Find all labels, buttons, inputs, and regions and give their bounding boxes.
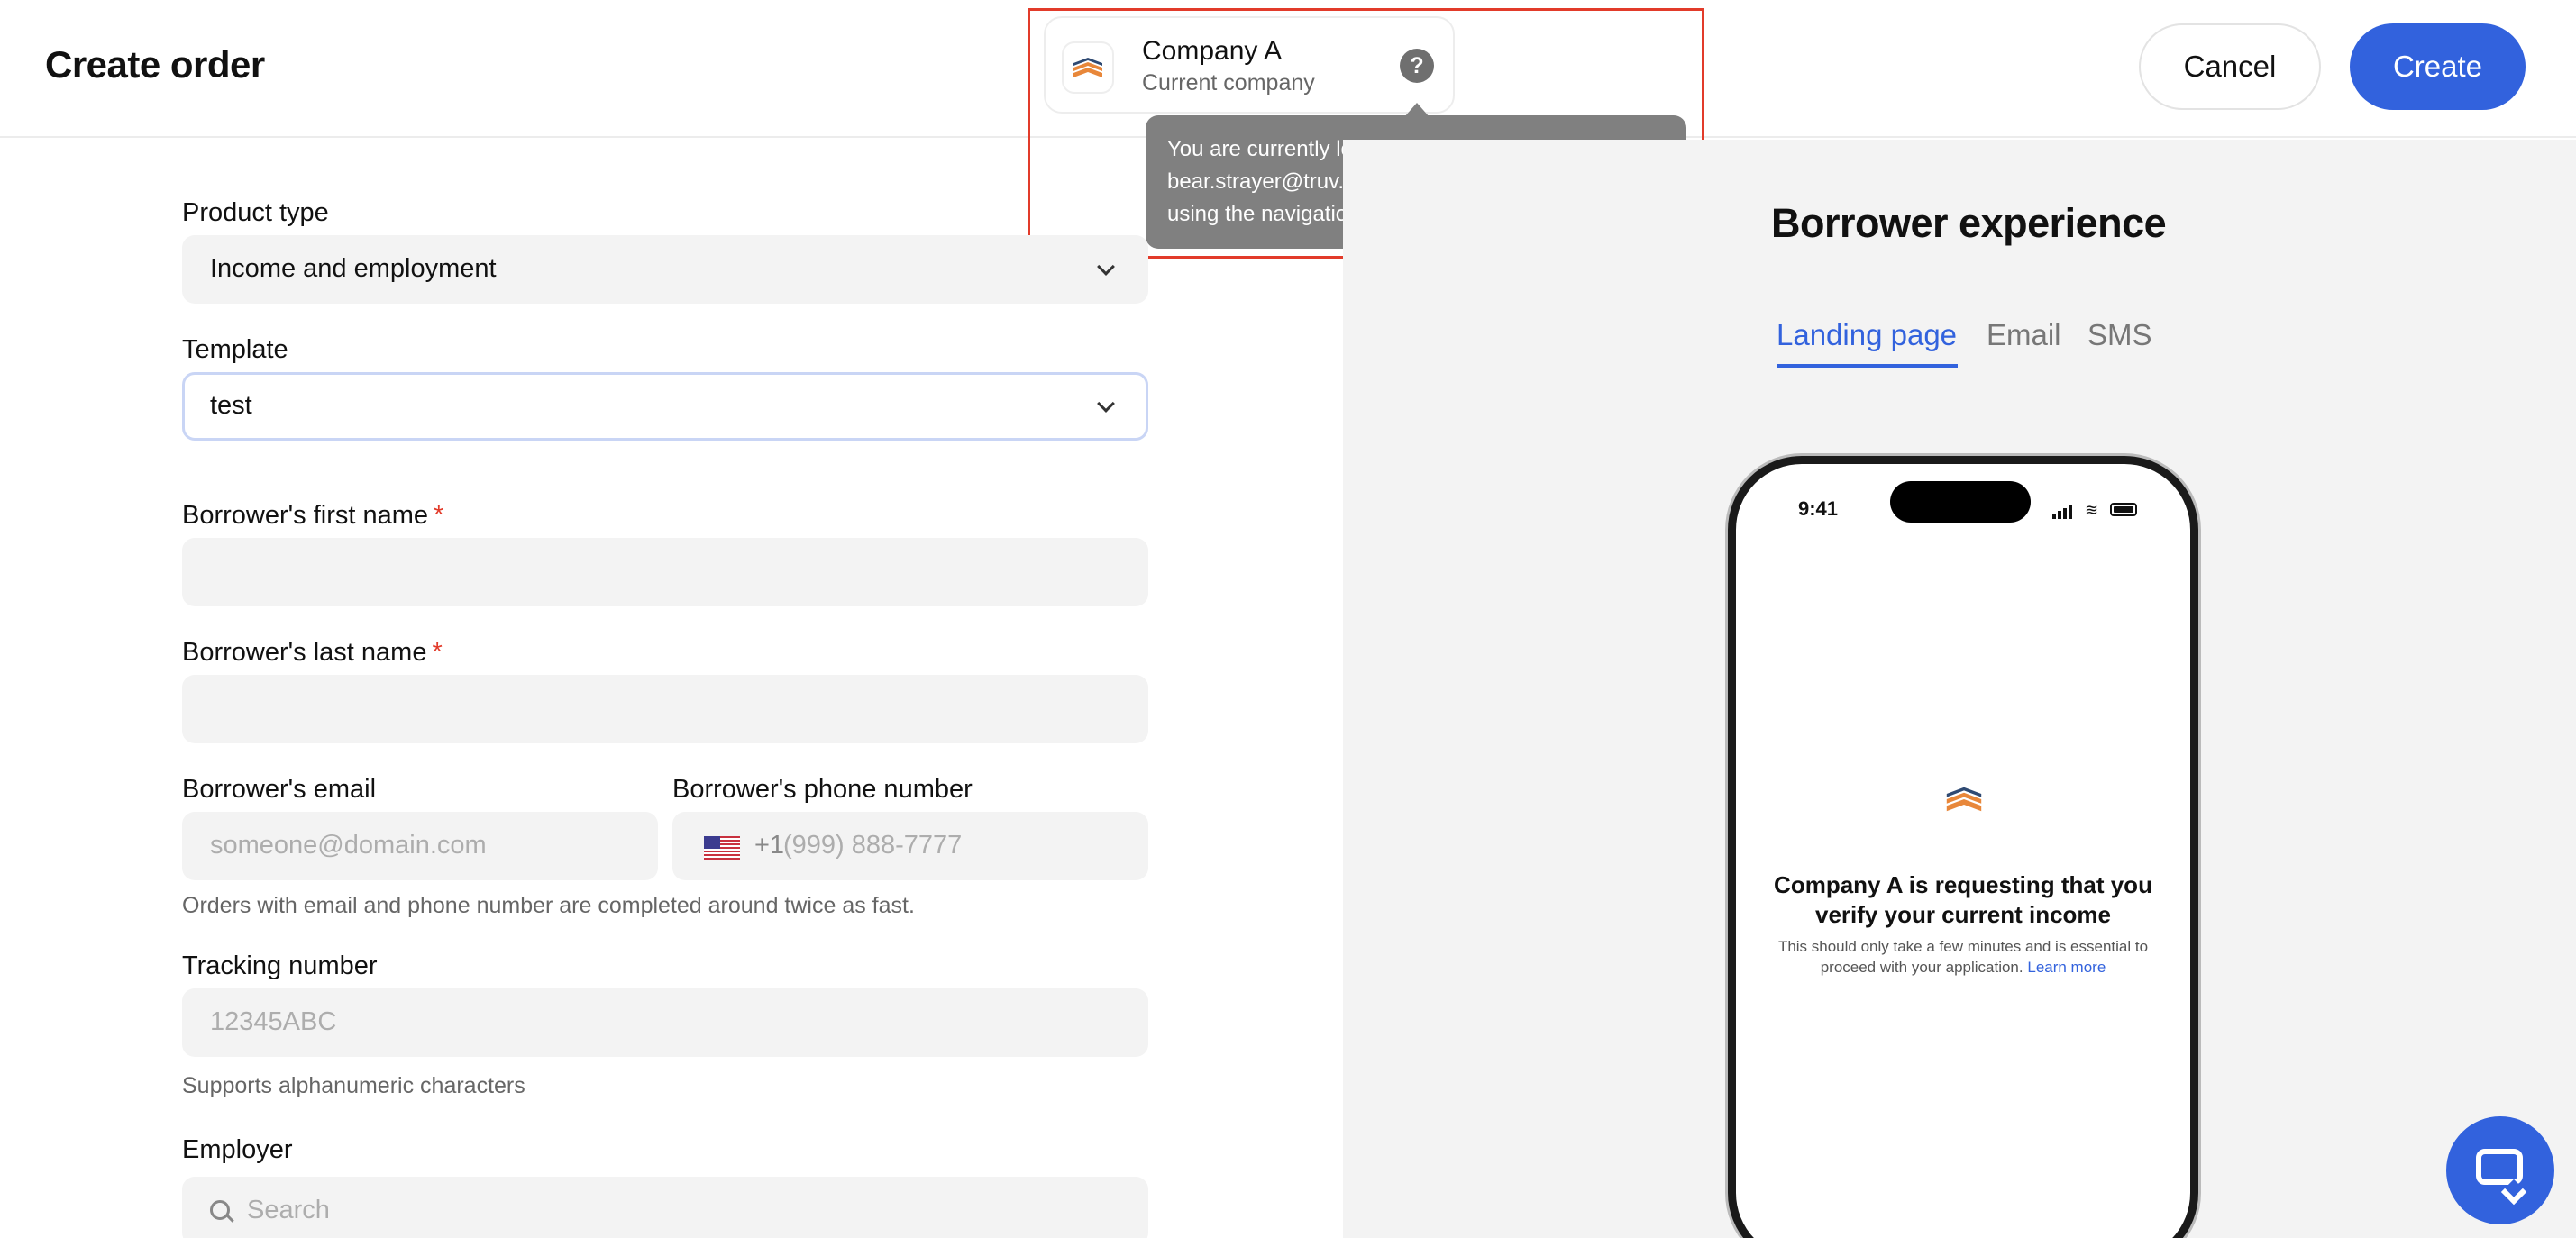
phone-body-text: This should only take a few minutes and … [1767,936,2160,978]
last-name-label-text: Borrower's last name [182,638,427,667]
product-type-value: Income and employment [210,254,497,283]
phone-placeholder: (999) 888-7777 [783,831,963,860]
first-name-label: Borrower's first name * [182,501,443,531]
employer-label: Employer [182,1135,293,1164]
company-name: Company A [1142,36,1283,66]
product-type-select[interactable]: Income and employment [182,235,1148,304]
email-field[interactable]: someone@domain.com [182,812,658,880]
product-type-label: Product type [182,198,329,227]
tracking-helper-text: Supports alphanumeric characters [182,1073,525,1098]
last-name-label: Borrower's last name * [182,638,443,668]
template-select[interactable]: test [182,372,1148,441]
tracking-number-field[interactable]: 12345ABC [182,988,1148,1057]
company-subtitle: Current company [1142,70,1315,96]
status-bar-icons: ≋ [2052,501,2142,519]
wifi-icon: ≋ [2085,501,2099,519]
employer-search-field[interactable]: Search [182,1177,1148,1238]
company-logo-icon [1062,41,1114,94]
active-tab-indicator [1777,364,1958,368]
email-placeholder: someone@domain.com [210,831,487,860]
signal-icon [2052,514,2056,519]
search-icon [210,1200,230,1220]
phone-field[interactable]: +1 (999) 888-7777 [672,812,1148,880]
preview-title: Borrower experience [1771,200,2167,246]
tab-email[interactable]: Email [1987,318,2061,352]
phone-time: 9:41 [1798,497,1839,520]
first-name-label-text: Borrower's first name [182,501,429,530]
contact-helper-text: Orders with email and phone number are c… [182,893,915,918]
first-name-field[interactable] [182,538,1148,606]
chat-icon [2476,1149,2523,1185]
learn-more-link[interactable]: Learn more [2027,959,2106,976]
last-name-field[interactable] [182,675,1148,743]
chat-button[interactable] [2446,1116,2554,1224]
required-mark: * [432,638,443,667]
company-switcher[interactable]: Company A Current company ? [1044,16,1455,114]
cancel-button[interactable]: Cancel [2139,23,2321,110]
page-title: Create order [45,43,265,86]
company-logo-icon [1941,783,1987,820]
tab-landing-page[interactable]: Landing page [1777,318,1957,352]
tab-sms[interactable]: SMS [2087,318,2152,352]
us-flag-icon[interactable] [704,836,740,860]
chevron-down-icon [1097,258,1115,276]
template-label: Template [182,335,288,364]
tracking-label: Tracking number [182,951,378,980]
dynamic-island [1890,481,2031,523]
battery-icon [2110,503,2137,516]
help-icon[interactable]: ? [1400,49,1434,83]
employer-placeholder: Search [247,1196,330,1224]
tracking-placeholder: 12345ABC [210,1007,337,1036]
create-button[interactable]: Create [2350,23,2526,110]
email-label: Borrower's email [182,775,377,804]
country-code: +1 [754,831,785,860]
template-value: test [210,391,252,420]
phone-mockup [1728,456,2198,1238]
phone-heading: Company A is requesting that you verify … [1774,871,2152,928]
chevron-down-icon [1097,395,1115,413]
required-mark: * [434,501,444,530]
phone-label: Borrower's phone number [672,775,973,804]
